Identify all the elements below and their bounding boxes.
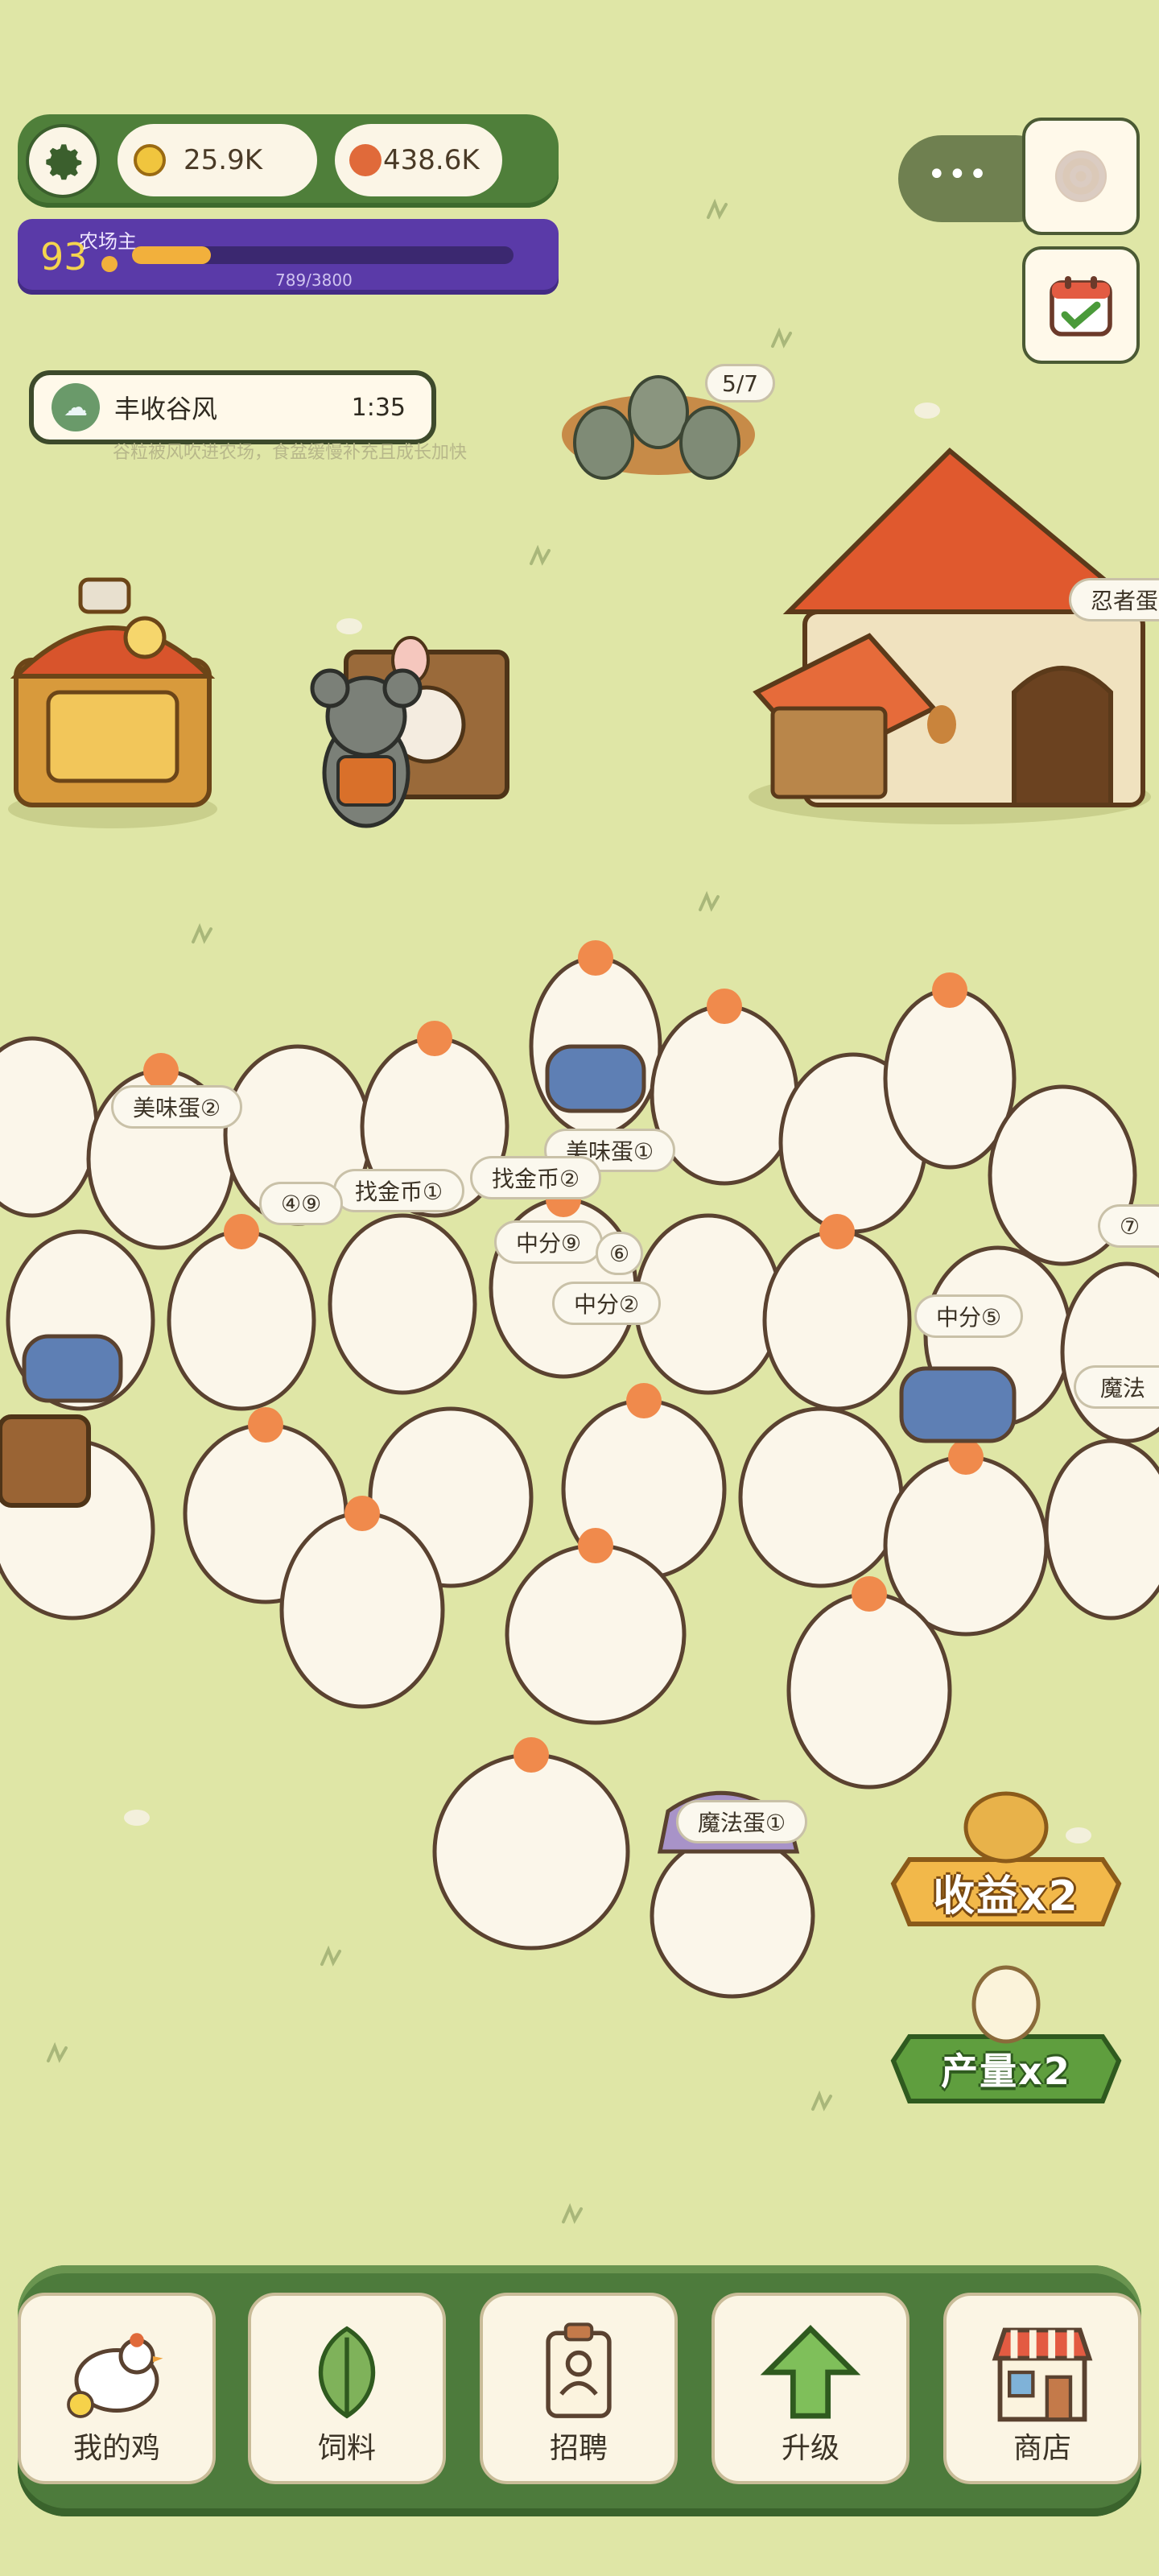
target-icon <box>1054 150 1107 203</box>
nav-my-chickens[interactable]: 我的鸡 <box>18 2293 216 2484</box>
chicken-label[interactable]: 中分⑤ <box>914 1294 1024 1338</box>
chicken-label[interactable]: 找金币② <box>470 1156 602 1199</box>
bottom-nav: 我的鸡 饲料 招聘 升级 商店 <box>18 2265 1141 2516</box>
wind-icon: ☁ <box>52 383 100 431</box>
event-description: 谷粒被风吹进农场，食盆缓慢补充且成长加快 <box>113 443 468 463</box>
income-boost-button[interactable]: 收益x2 <box>893 1860 1119 1924</box>
calendar-check-icon <box>1050 276 1112 336</box>
settings-button[interactable] <box>26 124 100 198</box>
output-boost-button[interactable]: 产量x2 <box>893 2037 1119 2101</box>
output-boost-label: 产量x2 <box>941 2050 1071 2093</box>
gear-icon <box>46 144 82 180</box>
event-name: 丰收谷风 <box>114 394 218 424</box>
event-banner[interactable]: ☁ 丰收谷风 1:35 <box>29 370 436 444</box>
level-dot <box>101 256 118 272</box>
chicken-label[interactable]: 魔法蛋① <box>676 1800 808 1843</box>
orange-dot-icon <box>349 144 382 176</box>
level-panel[interactable]: 93 农场主 789/3800 <box>18 219 559 295</box>
egg-counter[interactable]: 438.6K <box>335 124 502 196</box>
resource-bar: 25.9K 438.6K <box>18 114 559 208</box>
chicken-label[interactable]: 魔法 <box>1074 1365 1159 1409</box>
nav-label: 招聘 <box>549 2432 608 2465</box>
nest-count-badge[interactable]: 5/7 <box>705 364 776 402</box>
incubator <box>8 577 217 828</box>
coin-icon <box>134 144 166 176</box>
coin-amount: 25.9K <box>184 144 262 176</box>
coin-counter[interactable]: 25.9K <box>118 124 317 196</box>
chicken-label[interactable]: 找金币① <box>333 1169 465 1212</box>
arrow-up-icon <box>760 2325 861 2419</box>
target-button[interactable] <box>1022 118 1140 235</box>
egg-amount: 438.6K <box>383 144 480 176</box>
nav-feed[interactable]: 饲料 <box>248 2293 446 2484</box>
coop-house <box>749 447 1151 824</box>
nav-label: 商店 <box>1013 2432 1071 2465</box>
income-boost-label: 收益x2 <box>933 1872 1079 1921</box>
chicken-label[interactable]: ⑥ <box>596 1232 644 1275</box>
chicken-label[interactable]: 中分⑨ <box>494 1220 604 1264</box>
chicken-label[interactable]: ④⑨ <box>259 1182 344 1225</box>
more-button[interactable]: ••• <box>927 156 989 193</box>
level-progress-track <box>132 246 514 264</box>
event-timer: 1:35 <box>351 393 406 422</box>
chicken-label[interactable]: ⑦ <box>1098 1204 1159 1248</box>
level-title: 农场主 <box>79 230 137 253</box>
nav-recruit[interactable]: 招聘 <box>480 2293 678 2484</box>
chicken-label[interactable]: 美味蛋② <box>111 1085 243 1129</box>
badge-icon <box>546 2322 612 2418</box>
nav-upgrade[interactable]: 升级 <box>711 2293 909 2484</box>
level-progress-fill <box>132 246 212 264</box>
calendar-button[interactable] <box>1022 246 1140 364</box>
nest-count: 5/7 <box>722 369 759 397</box>
fence-log <box>0 1414 91 1508</box>
shop-icon <box>992 2327 1093 2422</box>
nav-label: 升级 <box>781 2432 839 2465</box>
coop-label[interactable]: 忍者蛋 <box>1069 578 1159 621</box>
nav-label: 我的鸡 <box>72 2432 160 2465</box>
chicken-label[interactable]: 中分② <box>552 1282 662 1325</box>
chicken-icon <box>67 2333 163 2418</box>
leaf-icon <box>318 2326 376 2419</box>
nav-label: 饲料 <box>317 2432 376 2465</box>
level-progress-text: 789/3800 <box>275 270 353 290</box>
mouse-keeper <box>310 636 509 828</box>
nav-shop[interactable]: 商店 <box>943 2293 1141 2484</box>
